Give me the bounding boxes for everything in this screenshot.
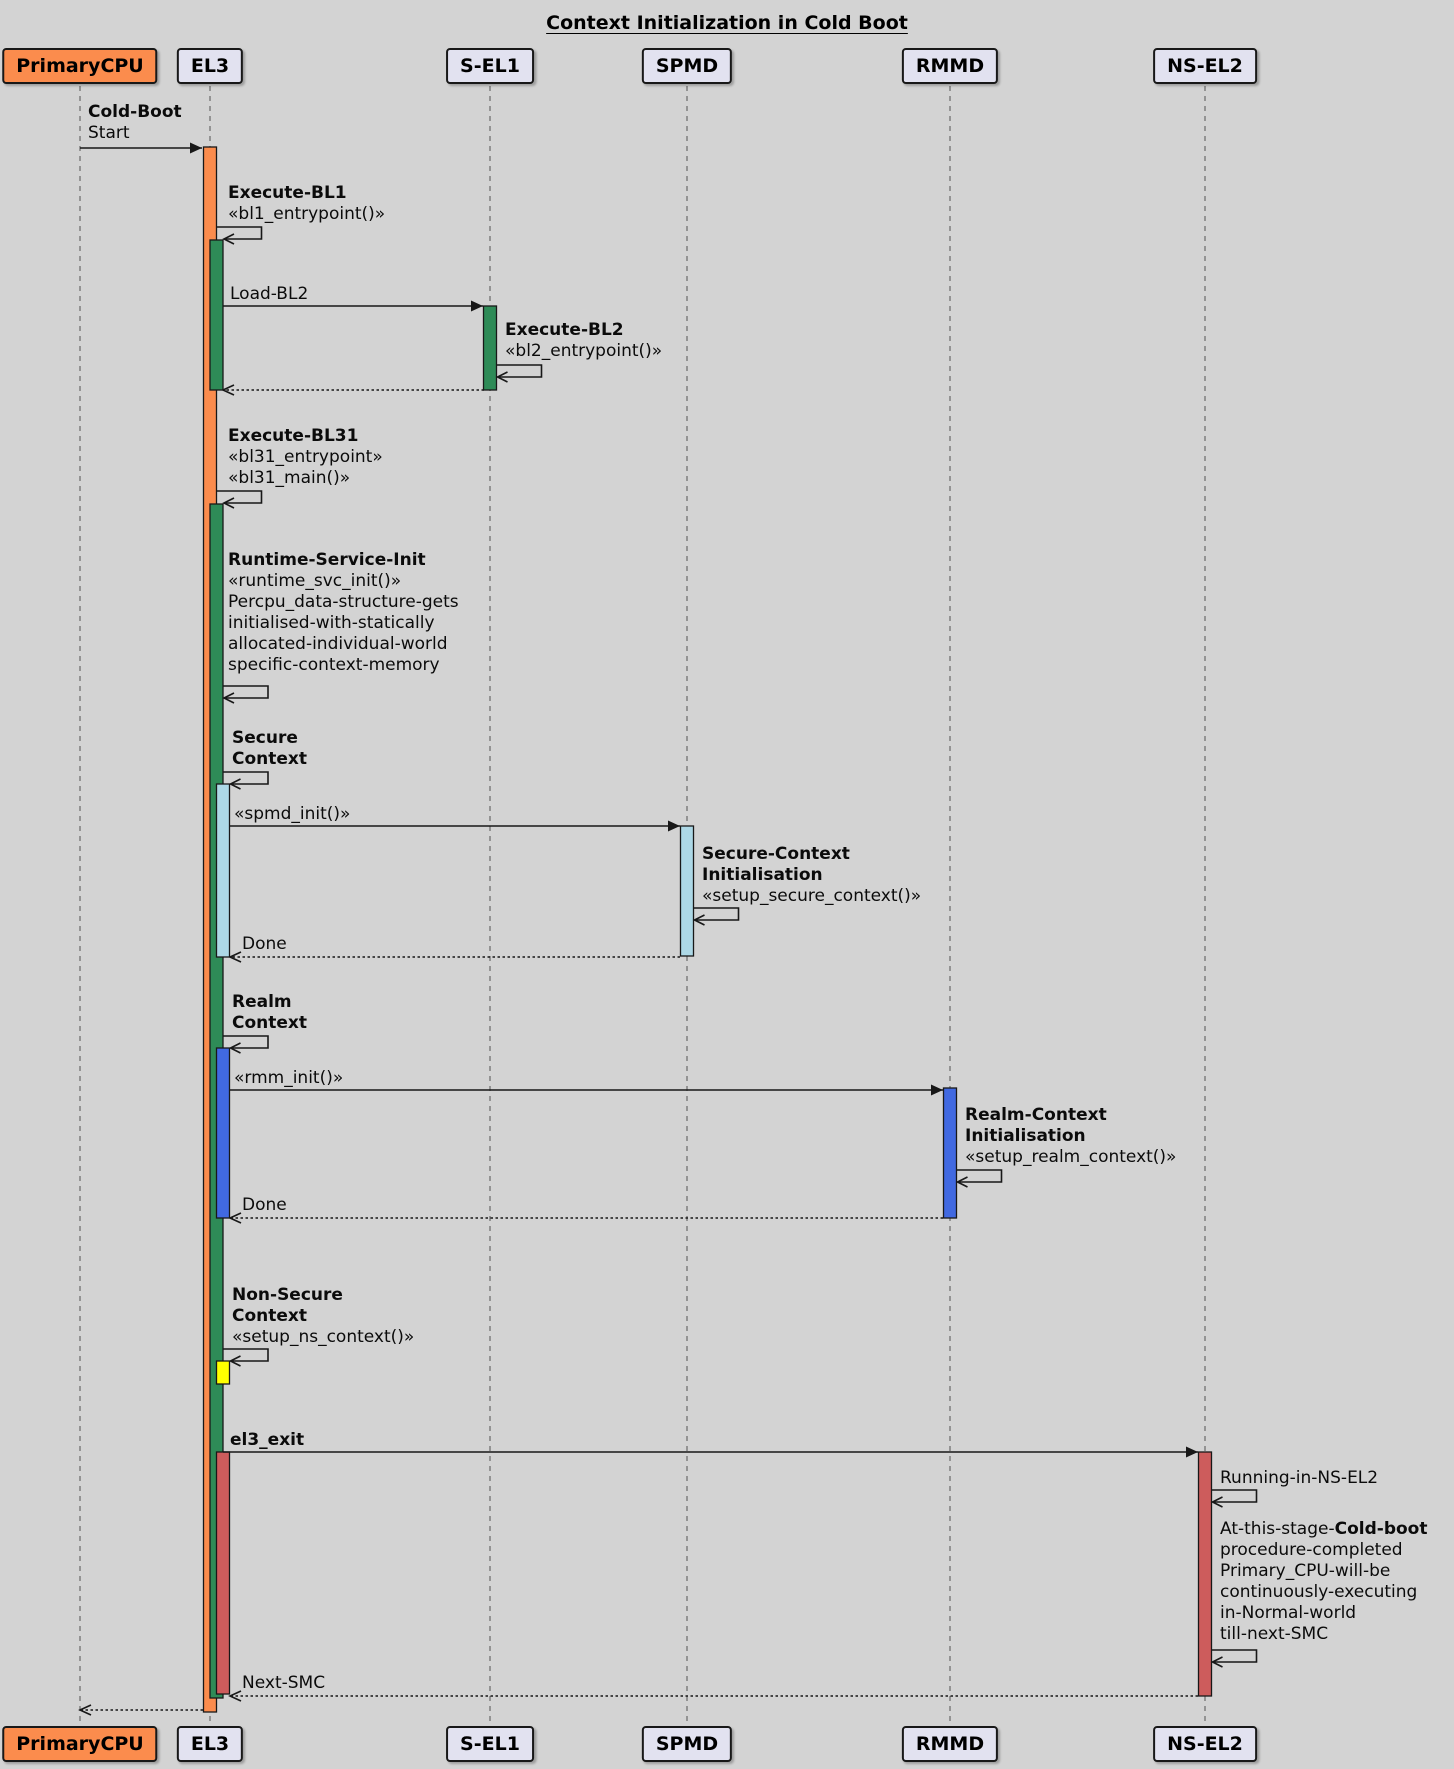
participant-top-S-EL1: S-EL1 <box>446 48 534 84</box>
label-execute-bl31: Execute-BL31«bl31_entrypoint»«bl31_main(… <box>228 426 383 489</box>
self-message-realm-context-initialisation <box>957 1170 1002 1182</box>
self-message-running-in-ns-el2 <box>1212 1490 1257 1502</box>
participant-bottom-NS-EL2: NS-EL2 <box>1153 1726 1257 1762</box>
label-rmm-init: «rmm_init()» <box>234 1068 343 1089</box>
self-message-execute-bl31 <box>217 491 262 503</box>
participant-top-PrimaryCPU: PrimaryCPU <box>2 48 157 84</box>
activation-bar-EL3-1 <box>210 240 223 390</box>
activation-bar-EL3-4 <box>217 1048 230 1218</box>
arrowhead-return-to-primary-cpu <box>80 1705 91 1715</box>
activation-bar-NS-EL2-10 <box>1199 1452 1212 1696</box>
self-message-execute-bl1 <box>217 227 262 239</box>
self-message-realm-context <box>223 1036 268 1048</box>
diagram-title: Context Initialization in Cold Boot <box>0 12 1454 34</box>
activation-bar-S-EL1-7 <box>484 306 497 390</box>
arrowhead-load-bl2 <box>471 301 483 312</box>
label-next-smc: Next-SMC <box>242 1673 325 1694</box>
label-el3-exit: el3_exit <box>230 1430 304 1451</box>
label-cold-boot-completed-note: At-this-stage-Cold-bootprocedure-complet… <box>1220 1519 1427 1645</box>
label-runtime-service-init: Runtime-Service-Init«runtime_svc_init()»… <box>228 550 459 676</box>
activation-bar-EL3-3 <box>217 784 230 957</box>
arrowhead-rmm-init <box>931 1085 943 1096</box>
participant-top-SPMD: SPMD <box>642 48 732 84</box>
self-message-execute-bl2 <box>497 365 542 377</box>
participant-bottom-RMMD: RMMD <box>902 1726 998 1762</box>
participant-bottom-S-EL1: S-EL1 <box>446 1726 534 1762</box>
sequence-diagram-canvas: Context Initialization in Cold Boot Prim… <box>0 0 1454 1769</box>
arrowhead-spmd-init <box>668 821 680 832</box>
label-execute-bl2: Execute-BL2«bl2_entrypoint()» <box>505 320 662 362</box>
participant-top-NS-EL2: NS-EL2 <box>1153 48 1257 84</box>
arrowhead-el3-exit <box>1186 1447 1198 1458</box>
self-message-runtime-service-init <box>223 686 268 698</box>
self-message-non-secure-context <box>223 1349 268 1361</box>
label-running-in-ns-el2: Running-in-NS-EL2 <box>1220 1468 1378 1489</box>
label-secure-context-initialisation: Secure-ContextInitialisation«setup_secur… <box>702 844 921 907</box>
arrowhead-cold-boot-start <box>190 143 202 154</box>
participant-bottom-EL3: EL3 <box>177 1726 243 1762</box>
self-message-secure-context-initialisation <box>694 908 739 920</box>
activation-bar-EL3-6 <box>217 1452 230 1694</box>
label-secure-context: SecureContext <box>232 728 307 770</box>
label-done-secure: Done <box>242 934 287 955</box>
self-message-secure-context <box>223 772 268 784</box>
label-non-secure-context: Non-SecureContext«setup_ns_context()» <box>232 1285 414 1348</box>
participant-top-RMMD: RMMD <box>902 48 998 84</box>
participant-top-EL3: EL3 <box>177 48 243 84</box>
label-realm-context-initialisation: Realm-ContextInitialisation«setup_realm_… <box>965 1105 1176 1168</box>
label-execute-bl1: Execute-BL1«bl1_entrypoint()» <box>228 183 385 225</box>
arrowhead-next-smc <box>230 1691 241 1701</box>
label-done-realm: Done <box>242 1195 287 1216</box>
activation-bar-EL3-5 <box>217 1361 230 1384</box>
self-message-cold-boot-completed-note <box>1212 1650 1257 1662</box>
activation-bar-SPMD-8 <box>681 826 694 956</box>
activation-bar-RMMD-9 <box>944 1088 957 1218</box>
label-realm-context: RealmContext <box>232 992 307 1034</box>
participant-bottom-PrimaryCPU: PrimaryCPU <box>2 1726 157 1762</box>
label-spmd-init: «spmd_init()» <box>234 804 350 825</box>
label-load-bl2: Load-BL2 <box>230 284 308 305</box>
participant-bottom-SPMD: SPMD <box>642 1726 732 1762</box>
label-cold-boot-start: Cold-BootStart <box>88 102 182 144</box>
